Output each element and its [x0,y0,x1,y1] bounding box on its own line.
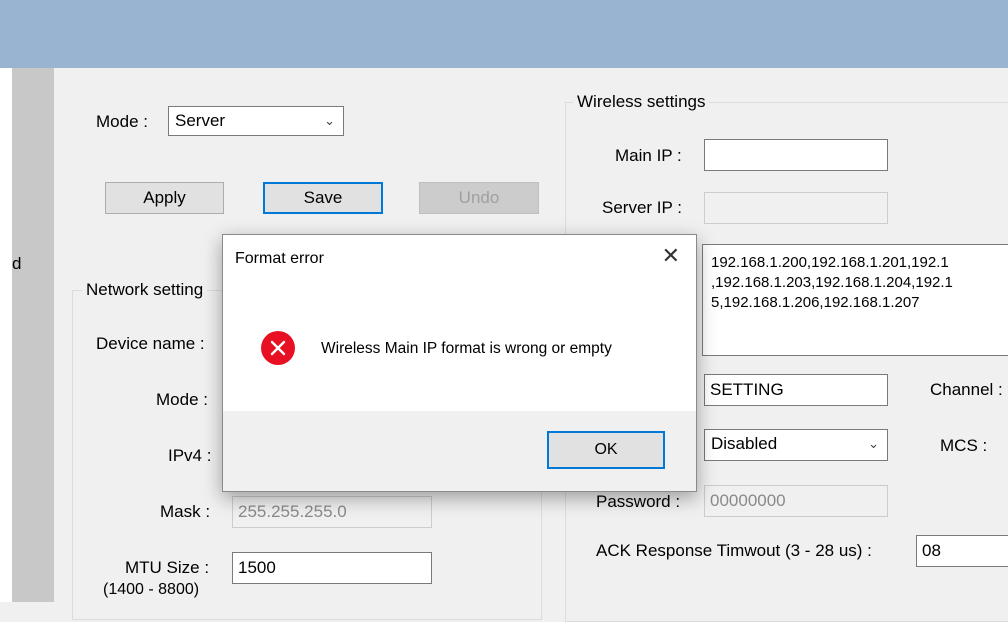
password-label: Password : [596,492,681,511]
dialog-message: Wireless Main IP format is wrong or empt… [321,340,612,357]
mcs-label: MCS : [940,436,988,455]
left-panel-text: d [12,254,22,273]
save-button[interactable]: Save [263,182,383,214]
mtu-size-label: MTU Size : [125,558,210,577]
mtu-size-field[interactable]: 1500 [232,552,432,584]
close-icon[interactable]: ✕ [662,243,680,269]
wireless-settings-label: Wireless settings [573,92,710,112]
ip-list-line: 5,192.168.1.206,192.168.1.207 [711,294,920,311]
apply-button[interactable]: Apply [105,182,224,214]
network-mode-label: Mode : [156,390,208,409]
chevron-down-icon: ⌄ [324,113,335,128]
chevron-down-icon: ⌄ [868,436,879,451]
left-edge [0,68,12,602]
undo-button[interactable]: Undo [419,182,539,214]
ack-timeout-field[interactable]: 08 [916,535,1008,567]
ip-list-line: 192.168.1.200,192.168.1.201,192.1 [711,254,949,271]
main-ip-field[interactable] [704,139,888,171]
ipv4-label: IPv4 : [168,446,212,465]
mtu-range-label: (1400 - 8800) [103,581,200,598]
device-name-label: Device name : [96,334,205,353]
window-titlebar [0,0,1008,68]
security-value: Disabled [711,434,778,453]
network-settings-label: Network setting [82,280,208,300]
password-field[interactable]: 00000000 [704,485,888,517]
ip-list-line: ,192.168.1.203,192.168.1.204,192.1 [711,274,953,291]
error-icon [261,331,295,365]
channel-label: Channel : [930,380,1003,399]
main-ip-label: Main IP : [615,146,682,165]
ack-timeout-label: ACK Response Timwout (3 - 28 us) : [596,541,872,560]
server-ip-label: Server IP : [602,198,682,217]
left-panel: d [12,68,54,602]
mask-label: Mask : [160,502,211,521]
ip-list-textarea[interactable]: 192.168.1.200,192.168.1.201,192.1 ,192.1… [702,244,1008,356]
server-ip-field[interactable] [704,192,888,224]
dialog-title: Format error [235,250,324,267]
top-mode-label: Mode : [96,112,148,131]
format-error-dialog: Format error ✕ Wireless Main IP format i… [222,234,697,492]
top-mode-select[interactable]: Server ⌄ [168,106,344,136]
ssid-field[interactable]: SETTING [704,374,888,406]
ok-button[interactable]: OK [547,431,665,469]
security-select[interactable]: Disabled ⌄ [704,429,888,461]
mask-field[interactable]: 255.255.255.0 [232,496,432,528]
top-mode-value: Server [175,111,226,130]
